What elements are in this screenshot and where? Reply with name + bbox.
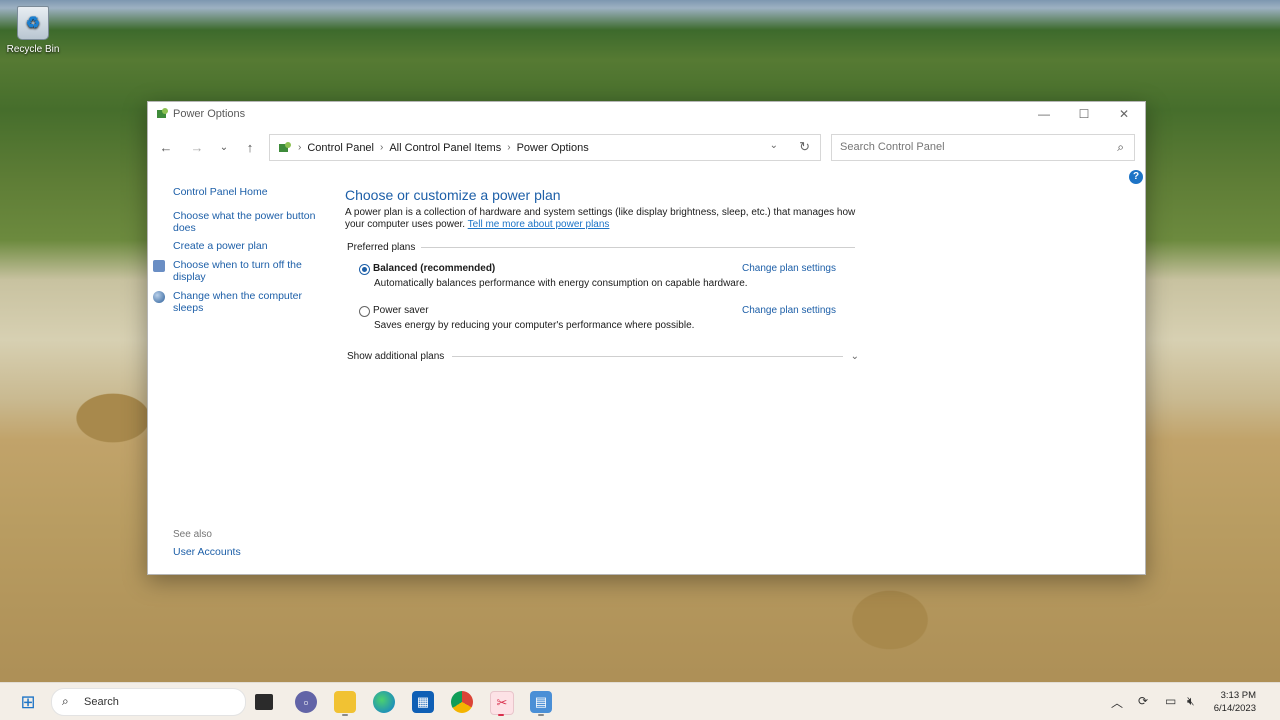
power-button-link[interactable]: Choose what the power button does [173,210,323,234]
search-icon: ⌕ [62,694,69,708]
search-icon[interactable]: ⌕ [1117,140,1124,155]
search-input[interactable] [838,140,1102,154]
chevron-right-icon: › [507,142,511,153]
breadcrumb-all-items[interactable]: All Control Panel Items [389,142,501,154]
power-saver-change-settings-link[interactable]: Change plan settings [742,305,836,316]
maximize-button[interactable]: ☐ [1064,102,1104,126]
recent-locations-button[interactable]: ⌄ [212,134,236,160]
refresh-icon[interactable]: ↻ [799,139,810,155]
sync-icon[interactable]: ⟳ [1138,694,1148,708]
plan-description: Automatically balances performance with … [374,278,748,289]
network-icon[interactable]: ▭ [1165,694,1176,708]
task-view-icon[interactable] [255,694,273,710]
chevron-right-icon: › [298,142,302,153]
chrome-icon[interactable] [451,691,473,713]
address-dropdown-icon[interactable]: ⌄ [770,140,778,151]
chevron-down-icon: ⌄ [850,351,859,362]
back-arrow-icon: ← [159,139,173,155]
edge-icon[interactable] [373,691,395,713]
see-also-heading: See also [173,529,212,540]
sleep-icon [153,291,165,303]
store-icon[interactable]: ▦ [412,691,434,713]
up-button[interactable]: ↑ [238,134,262,160]
clock-time: 3:13 PM [1220,690,1256,701]
up-arrow-icon: ↑ [246,139,254,155]
clock[interactable]: 3:13 PM 6/14/2023 [1214,689,1256,715]
navigation-row: ← → ⌄ ↑ › Control Panel › All Control Pa… [148,134,1145,161]
control-panel-taskbar-icon[interactable]: ▤ [530,691,552,713]
page-description: A power plan is a collection of hardware… [345,207,865,231]
volume-muted-icon[interactable]: 🔇︎ [1187,694,1195,709]
power-options-icon [157,108,168,118]
recycle-bin-icon: ♻ [17,6,49,40]
divider [421,247,855,248]
minimize-button[interactable]: — [1024,102,1064,126]
show-hidden-icons-chevron-icon[interactable]: ︿ [1111,694,1123,711]
search-box[interactable]: ⌕ [831,134,1135,161]
power-plans-help-link[interactable]: Tell me more about power plans [468,219,610,230]
plan-name[interactable]: Power saver [373,305,429,316]
chevron-right-icon: › [380,142,384,153]
preferred-plans-group: Preferred plans [347,242,855,253]
help-icon[interactable]: ? [1129,170,1143,184]
taskbar: ⊞ ⌕ Search ▫ ▦ ✂ ▤ ︿ ⟳ ▭ 🔇︎ 3:13 PM 6/14… [0,682,1280,720]
user-accounts-link[interactable]: User Accounts [173,546,241,558]
close-icon: ✕ [1118,107,1130,121]
file-explorer-icon[interactable] [334,691,356,713]
computer-sleeps-link[interactable]: Change when the computer sleeps [173,290,313,314]
plan-description: Saves energy by reducing your computer's… [374,320,695,331]
control-panel-icon [279,142,291,152]
divider [452,356,843,357]
forward-button[interactable]: → [185,134,209,160]
page-title: Choose or customize a power plan [345,187,561,203]
turn-off-display-link[interactable]: Choose when to turn off the display [173,259,313,283]
title-bar[interactable]: Power Options — ☐ ✕ [148,102,1145,126]
running-indicator [342,714,348,716]
recycle-bin-desktop-icon[interactable]: ♻ Recycle Bin [4,6,62,55]
display-icon [153,260,165,272]
breadcrumb: › Control Panel › All Control Panel Item… [278,141,589,154]
snipping-tool-icon[interactable]: ✂ [490,691,514,715]
power-options-window: Power Options — ☐ ✕ ← → ⌄ ↑ › Control Pa… [147,101,1146,575]
balanced-change-settings-link[interactable]: Change plan settings [742,263,836,274]
control-panel-home-link[interactable]: Control Panel Home [173,186,268,198]
running-indicator [498,714,504,716]
plan-name[interactable]: Balanced (recommended) [373,263,495,274]
back-button[interactable]: ← [154,134,178,160]
teams-chat-icon[interactable]: ▫ [295,691,317,713]
maximize-icon: ☐ [1078,107,1090,121]
close-button[interactable]: ✕ [1104,102,1144,126]
address-bar[interactable]: › Control Panel › All Control Panel Item… [269,134,821,161]
start-button[interactable]: ⊞ [17,691,39,713]
taskbar-search-label: Search [84,696,119,708]
create-power-plan-link[interactable]: Create a power plan [173,240,268,252]
preferred-plans-label: Preferred plans [347,242,416,253]
clock-date: 6/14/2023 [1213,703,1256,714]
breadcrumb-power-options[interactable]: Power Options [517,142,589,154]
windows-logo-icon: ⊞ [20,691,36,712]
minimize-icon: — [1038,107,1050,121]
show-additional-plans-toggle[interactable]: Show additional plans ⌄ [347,351,859,362]
show-additional-plans-label: Show additional plans [347,351,445,362]
running-indicator [538,714,544,716]
recycle-bin-label: Recycle Bin [6,44,60,55]
forward-arrow-icon: → [190,139,204,155]
balanced-radio[interactable] [359,264,370,275]
breadcrumb-control-panel[interactable]: Control Panel [307,142,374,154]
power-saver-radio[interactable] [359,306,370,317]
chevron-down-icon: ⌄ [219,141,229,153]
window-title: Power Options [173,108,246,120]
taskbar-search[interactable]: ⌕ Search [51,688,246,716]
